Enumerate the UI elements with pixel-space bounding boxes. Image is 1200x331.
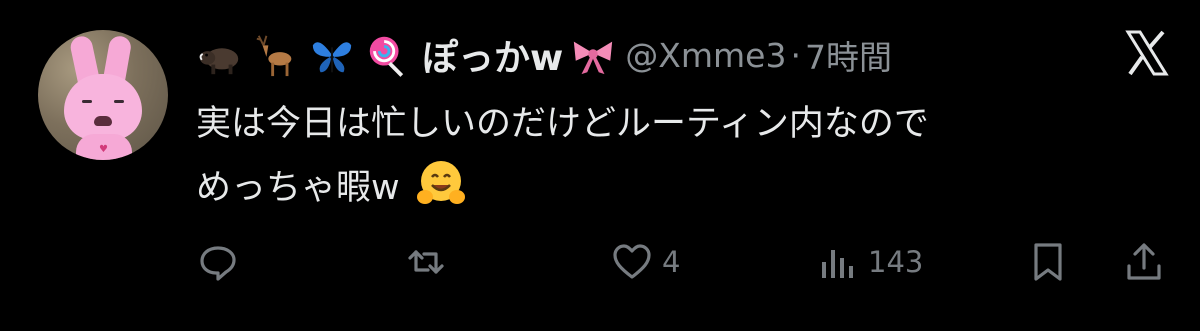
like-count: 4 [662,245,681,279]
like-button[interactable]: 4 [610,235,680,289]
ribbon-emoji-icon [569,31,617,79]
user-handle[interactable]: @Xmme3 [625,36,786,75]
lollipop-emoji-icon [364,31,412,79]
heart-icon: ♥ [99,144,108,155]
tweet-text: 実は今日は忙しいのだけどルーティン内なので めっちゃ暇w [196,92,1186,220]
avatar-body: ♥ [76,134,132,160]
hugging-face-emoji-icon [415,157,467,209]
avatar-eye [82,100,92,103]
avatar-eye [114,100,124,103]
reply-icon [200,246,236,281]
tweet-text-line-2: めっちゃ暇w [196,156,1186,220]
timestamp[interactable]: 7時間 [805,31,892,79]
display-name[interactable]: ぽっかw [422,29,563,81]
avatar[interactable]: ♥ [38,30,168,160]
tweet-text-line: 実は今日は忙しいのだけどルーティン内なので [196,104,929,144]
share-icon [1127,243,1161,280]
share-button[interactable] [1122,235,1166,289]
bookmark-button[interactable] [1026,235,1070,289]
retweet-button[interactable] [404,235,456,289]
bar-chart-icon [822,250,853,278]
butterfly-emoji-icon [308,31,356,79]
retweet-icon [408,250,444,274]
views-button[interactable]: 143 [816,235,923,289]
deer-emoji-icon [252,31,300,79]
avatar-mouth [94,116,112,126]
bookmark-icon [1034,243,1062,281]
separator-dot: · [790,35,801,75]
avatar-face [64,74,142,140]
tweet-actions: 4 143 [0,235,1200,289]
boar-emoji-icon [196,31,244,79]
heart-icon [613,244,651,279]
tweet-header: ぽっかw @Xmme3 · 7時間 [196,22,892,88]
tweet-text-line: めっちゃ暇w [196,168,400,208]
x-logo-icon[interactable] [1122,28,1172,78]
view-count: 143 [868,245,924,279]
reply-button[interactable] [196,235,248,289]
